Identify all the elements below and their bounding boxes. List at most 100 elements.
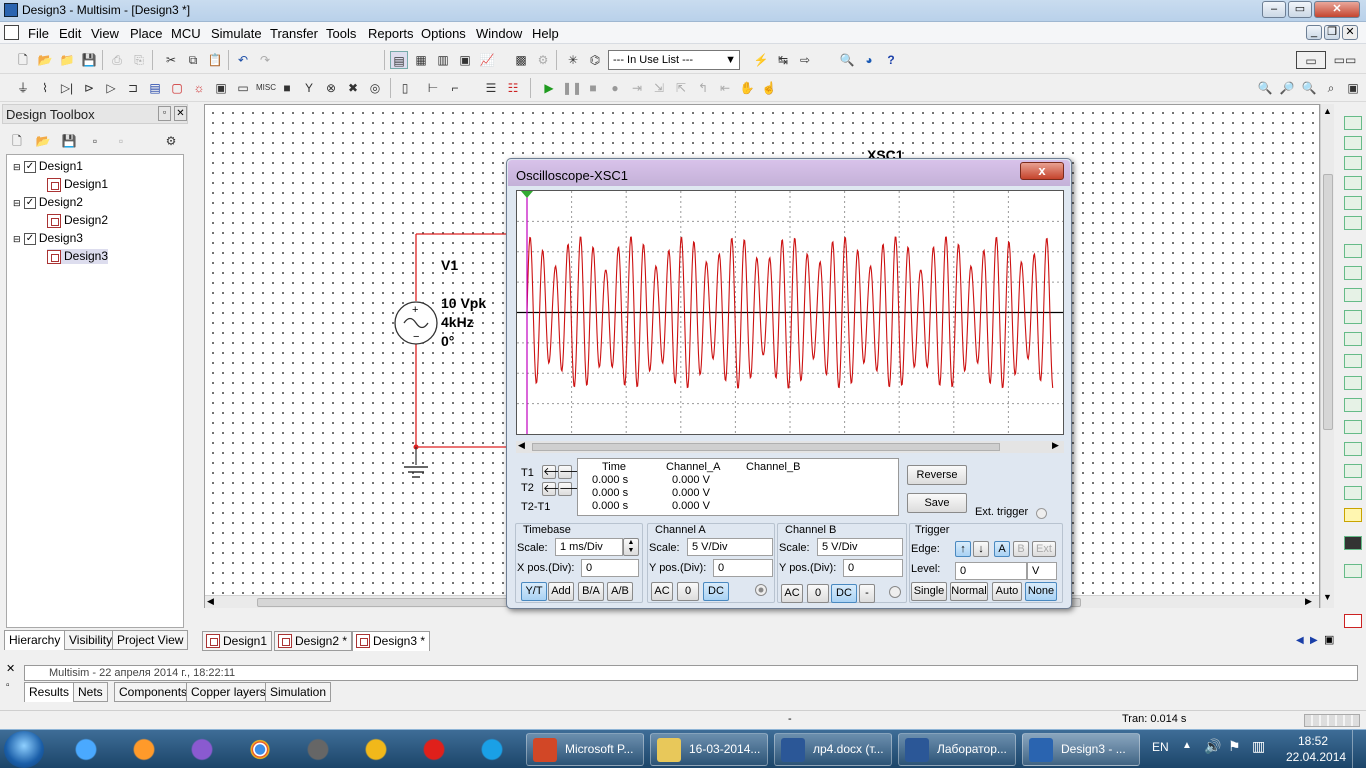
mixed-icon[interactable]: ▢ (168, 79, 186, 97)
tektronix-scope-icon[interactable] (1344, 486, 1362, 500)
rising-edge-button[interactable]: ↑ (955, 541, 971, 557)
taskbar-app-multisim[interactable]: Design3 - ... (1022, 733, 1140, 766)
close-button[interactable]: ✕ (1314, 1, 1360, 18)
doc-tab-design3[interactable]: Design3 * (352, 631, 431, 651)
word-generator-icon[interactable] (1344, 266, 1362, 280)
tab-scroll-right-icon[interactable]: ▶ (1310, 635, 1318, 646)
open-folder-icon[interactable]: 📁 (58, 51, 76, 69)
erc-icon[interactable]: ⚙ (534, 51, 552, 69)
language-indicator[interactable]: EN (1152, 740, 1169, 754)
electrical-rules-icon[interactable]: ✳ (564, 51, 582, 69)
layout-icon[interactable]: ▭▭ (1332, 51, 1358, 69)
list-icon[interactable]: ☰ (482, 79, 500, 97)
tab-visibility[interactable]: Visibility (64, 630, 118, 650)
run-icon[interactable]: ▶ (540, 79, 558, 97)
agilent-generator-icon[interactable] (1344, 420, 1362, 434)
timebase-xpos-field[interactable]: 0 (581, 559, 639, 577)
mode-ab-button[interactable]: A/B (607, 582, 633, 601)
tree-child-design1[interactable]: Design1 (47, 177, 108, 192)
ni-elvis-icon[interactable] (1344, 536, 1362, 550)
save-button[interactable]: Save (907, 493, 967, 513)
table-icon[interactable]: ☷ (504, 79, 522, 97)
new-design-icon[interactable]: 🗋 (8, 132, 26, 150)
scroll-left-icon[interactable]: ◀ (207, 596, 214, 607)
toolbox-dock-icon[interactable]: ▫ (158, 106, 171, 121)
menu-tools[interactable]: Tools (326, 26, 356, 41)
four-channel-scope-icon[interactable] (1344, 196, 1362, 210)
mcu-icon[interactable]: ◎ (366, 79, 384, 97)
mode-add-button[interactable]: Add (548, 582, 574, 601)
scroll-right-icon[interactable]: ▶ (1305, 596, 1312, 607)
agilent-scope-icon[interactable] (1344, 464, 1362, 478)
connector-icon[interactable]: ⌐ (446, 79, 464, 97)
globe-icon[interactable]: ◕ (860, 51, 878, 69)
menu-options[interactable]: Options (421, 26, 466, 41)
tray-expand-icon[interactable]: ▲ (1182, 740, 1192, 751)
database-icon[interactable]: ▥ (434, 51, 452, 69)
menu-edit[interactable]: Edit (59, 26, 81, 41)
menu-transfer[interactable]: Transfer (270, 26, 318, 41)
iv-analyzer-icon[interactable] (1344, 332, 1362, 346)
show-desktop-button[interactable] (1352, 730, 1366, 768)
transistor-icon[interactable]: ⊳ (80, 79, 98, 97)
zoom-fit-icon[interactable]: ⌕ (1322, 79, 1340, 97)
menu-view[interactable]: View (91, 26, 119, 41)
indicator-icon[interactable]: ☼ (190, 79, 208, 97)
step-into-icon[interactable]: ⇲ (650, 79, 668, 97)
step-over-icon[interactable]: ⇥ (628, 79, 646, 97)
opera-icon[interactable] (412, 733, 456, 766)
ext-trigger-terminal[interactable] (1036, 508, 1047, 519)
oscilloscope-close-button[interactable]: x (1020, 162, 1064, 180)
t2-left-arrow[interactable]: 🡐 (542, 482, 573, 496)
bus-icon[interactable]: ⊢ (424, 79, 442, 97)
redo-icon[interactable]: ↷ (256, 51, 274, 69)
stop-icon[interactable]: ■ (584, 79, 602, 97)
child-minimize-button[interactable]: _ (1306, 25, 1322, 40)
menu-reports[interactable]: Reports (368, 26, 414, 41)
terminal-icon[interactable] (296, 733, 340, 766)
results-tab-copper-layers[interactable]: Copper layers (186, 682, 271, 702)
hierarchical-icon[interactable]: ▯ (396, 79, 414, 97)
print-icon[interactable]: ⎙ (108, 51, 126, 69)
oscilloscope-icon[interactable] (1344, 176, 1362, 190)
open-design-icon[interactable]: 📂 (34, 132, 52, 150)
diode-icon[interactable]: ▷| (58, 79, 76, 97)
channel-a-scale-field[interactable]: 5 V/Div (687, 538, 773, 556)
scroll-up-icon[interactable]: ▲ (1323, 106, 1332, 116)
in-use-list-dropdown[interactable]: --- In Use List --- ▼ (608, 50, 740, 70)
scroll-thumb[interactable] (532, 443, 1000, 451)
grapher-icon[interactable]: 📈 (478, 51, 496, 69)
tree-item-design1[interactable]: ⊟ ✓ Design1 (13, 159, 83, 173)
bode-plotter-icon[interactable] (1344, 216, 1362, 230)
scroll-down-icon[interactable]: ▼ (1323, 592, 1332, 602)
minimize-button[interactable]: – (1262, 1, 1286, 18)
t1-right-arrow[interactable]: 🡒 (558, 465, 589, 479)
undo-icon[interactable]: ↶ (234, 51, 252, 69)
channel-a-terminal[interactable] (755, 584, 767, 596)
flag-icon[interactable]: ⚑ (1228, 738, 1241, 755)
results-tab-components[interactable]: Components (114, 682, 193, 702)
mode-ba-button[interactable]: B/A (578, 582, 604, 601)
toggle-toolbox-icon[interactable]: ▤ (390, 51, 408, 69)
misc-icon[interactable]: ▭ (234, 79, 252, 97)
step-out-icon[interactable]: ⇱ (672, 79, 690, 97)
wattmeter-icon[interactable] (1344, 156, 1362, 170)
hand-icon[interactable]: ✋ (738, 79, 756, 97)
breadboard-icon[interactable]: ▭ (1296, 51, 1326, 69)
clock-date[interactable]: 22.04.2014 (1286, 750, 1346, 764)
zoom-out-icon[interactable]: 🔎 (1278, 79, 1296, 97)
delete-sheet-icon[interactable]: ▫ (112, 132, 130, 150)
probe-tool-icon[interactable] (1344, 614, 1362, 628)
paste-icon[interactable]: 📋 (206, 51, 224, 69)
skype-icon[interactable] (470, 733, 514, 766)
visual-studio-icon[interactable] (180, 733, 224, 766)
scroll-thumb[interactable] (1323, 174, 1333, 430)
breakpoint-icon[interactable]: ↰ (694, 79, 712, 97)
trigger-level-unit[interactable]: V (1027, 562, 1057, 580)
channel-b-ypos-field[interactable]: 0 (843, 559, 903, 577)
toolbox-close-icon[interactable]: ✕ (174, 106, 187, 121)
channel-b-minus-button[interactable]: - (859, 584, 875, 603)
multimeter-icon[interactable] (1344, 116, 1362, 130)
misc-text-icon[interactable]: MISC (256, 79, 276, 97)
probe-icon[interactable]: ⚡ (752, 51, 770, 69)
